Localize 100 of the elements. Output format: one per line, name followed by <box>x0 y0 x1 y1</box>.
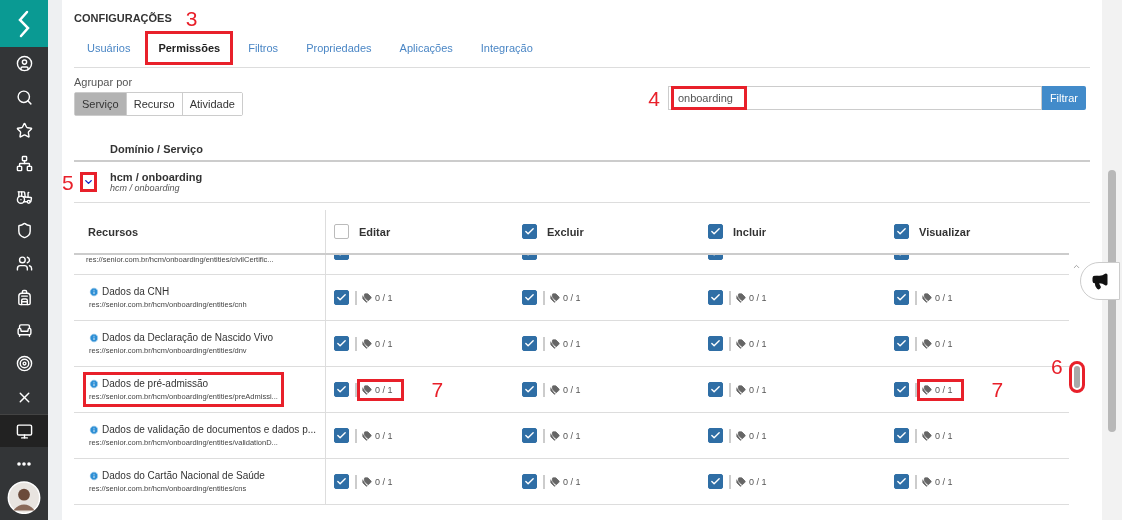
checkbox[interactable] <box>894 290 909 305</box>
tags-icon <box>922 476 932 487</box>
search-icon <box>15 88 33 106</box>
sidebar-item[interactable] <box>0 413 48 448</box>
tags-icon <box>736 292 746 303</box>
tag-count: 0 / 1 <box>545 424 592 447</box>
checkmark-icon <box>336 292 347 303</box>
expand-toggle[interactable] <box>80 172 97 192</box>
checkbox[interactable] <box>334 382 349 397</box>
tags-icon <box>922 384 932 395</box>
checkbox[interactable] <box>894 428 909 443</box>
tab[interactable]: Propriedades <box>293 30 385 65</box>
checkbox[interactable] <box>894 474 909 489</box>
tags-icon <box>362 292 372 303</box>
checkbox[interactable] <box>334 336 349 351</box>
checkmark-icon <box>524 384 535 395</box>
checkbox[interactable] <box>708 224 723 239</box>
checkbox[interactable] <box>334 428 349 443</box>
checkbox[interactable] <box>522 224 537 239</box>
checkmark-icon <box>524 226 535 237</box>
checkbox[interactable] <box>522 336 537 351</box>
info-icon <box>89 470 99 481</box>
tag-count: 0 / 1 <box>545 332 592 355</box>
checkmark-icon <box>896 476 907 487</box>
tab[interactable]: Integração <box>467 30 546 65</box>
tags-icon <box>550 338 560 349</box>
tags-icon <box>736 384 746 395</box>
tag-count: 0 / 1 <box>731 424 778 447</box>
checkbox[interactable] <box>334 224 349 239</box>
search-field[interactable]: onboarding <box>667 86 1042 110</box>
tags-icon <box>550 384 560 395</box>
resource-name: Dados do Cartão Nacional de Saúde <box>89 470 265 481</box>
tag-count: 0 / 1 <box>731 470 778 493</box>
search-input[interactable]: onboarding <box>670 86 747 110</box>
checkmark-icon <box>524 476 535 487</box>
checkbox[interactable] <box>708 290 723 305</box>
domain-subtitle: hcm / onboarding <box>110 183 180 193</box>
announcements-button[interactable] <box>1080 262 1120 300</box>
annotation-number: 5 <box>62 171 74 193</box>
annotation-number: 7 <box>991 379 1004 400</box>
tab[interactable]: Usuários <box>74 30 144 65</box>
checkbox[interactable] <box>522 428 537 443</box>
hierarchy-icon <box>15 155 33 173</box>
logo-icon <box>16 8 32 39</box>
tag-count: 0 / 1 <box>917 424 964 447</box>
star-icon <box>15 121 33 139</box>
checkmark-icon <box>896 384 907 395</box>
checkmark-icon <box>336 476 347 487</box>
checkbox[interactable] <box>522 382 537 397</box>
info-icon <box>89 286 99 297</box>
tag-count: 0 / 1 <box>357 424 404 447</box>
tags-icon <box>362 338 372 349</box>
info-icon <box>89 332 99 343</box>
checkbox[interactable] <box>708 336 723 351</box>
page-scrollbar-thumb[interactable] <box>1108 170 1116 432</box>
monitor-icon <box>15 422 33 440</box>
checkmark-icon <box>710 226 721 237</box>
checkbox[interactable] <box>708 428 723 443</box>
checkbox[interactable] <box>894 224 909 239</box>
checkmark-icon <box>896 292 907 303</box>
checkbox[interactable] <box>522 474 537 489</box>
tags-icon <box>550 292 560 303</box>
megaphone-icon <box>1091 272 1109 290</box>
tag-count: 0 / 1 <box>917 378 964 401</box>
checkmark-icon <box>710 476 721 487</box>
group-by-option[interactable]: Serviço <box>75 93 127 115</box>
checkmark-icon <box>710 430 721 441</box>
checkmark-icon <box>336 338 347 349</box>
tab[interactable]: Filtros <box>235 30 292 65</box>
filter-button[interactable]: Filtrar <box>1041 86 1086 110</box>
tags-icon <box>550 430 560 441</box>
column-header: Excluir <box>547 225 584 238</box>
checkbox[interactable] <box>708 382 723 397</box>
checkmark-icon <box>524 292 535 303</box>
resource-name: Dados de pré-admissão <box>89 378 278 389</box>
tractor-icon <box>15 188 33 206</box>
checkbox[interactable] <box>708 474 723 489</box>
tab[interactable]: Permissões <box>145 30 234 65</box>
logo[interactable] <box>0 0 48 48</box>
checkmark-icon <box>336 384 347 395</box>
armchair-icon <box>15 322 33 339</box>
column-header: Recursos <box>88 225 139 238</box>
user-icon <box>15 55 33 73</box>
annotation-number: 4 <box>648 87 660 109</box>
annotation-number: 7 <box>431 379 444 400</box>
checkmark-icon <box>710 338 721 349</box>
checkbox[interactable] <box>522 290 537 305</box>
checkbox[interactable] <box>334 290 349 305</box>
tab[interactable]: Aplicações <box>386 30 466 65</box>
tag-count: 0 / 1 <box>731 286 778 309</box>
tags-icon <box>922 430 932 441</box>
info-icon <box>89 378 99 389</box>
info-icon <box>89 424 99 435</box>
checkbox[interactable] <box>894 336 909 351</box>
tag-count: 0 / 1 <box>357 286 404 309</box>
checkbox[interactable] <box>894 382 909 397</box>
tag-count: 0 / 1 <box>731 378 778 401</box>
checkbox[interactable] <box>334 474 349 489</box>
column-header: Editar <box>359 225 391 238</box>
avatar[interactable] <box>7 480 41 514</box>
